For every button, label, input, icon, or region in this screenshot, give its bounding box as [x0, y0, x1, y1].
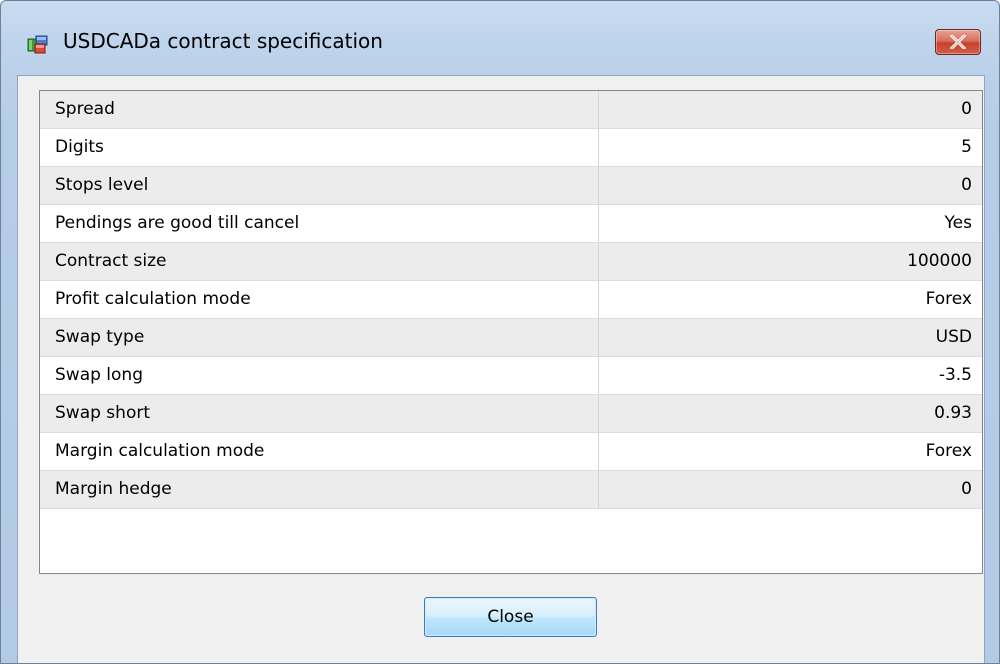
property-name: Profit calculation mode [40, 281, 599, 318]
table-row[interactable]: Digits 5 [40, 129, 982, 167]
spec-table[interactable]: Spread 0 Digits 5 Stops level 0 Pendings… [39, 90, 983, 574]
table-row[interactable]: Margin hedge 0 [40, 471, 982, 509]
table-row[interactable]: Spread 0 [40, 91, 982, 129]
property-value: Forex [925, 289, 972, 309]
table-row[interactable]: Swap type USD [40, 319, 982, 357]
property-value: 0 [961, 479, 972, 499]
property-name: Margin calculation mode [40, 433, 599, 470]
table-row[interactable]: Pendings are good till cancel Yes [40, 205, 982, 243]
table-row[interactable]: Swap short 0.93 [40, 395, 982, 433]
title-bar[interactable]: USDCADa contract specification [1, 1, 999, 55]
property-value: Forex [925, 441, 972, 461]
property-name: Margin hedge [40, 471, 599, 508]
table-row[interactable]: Profit calculation mode Forex [40, 281, 982, 319]
property-value: USD [935, 327, 972, 347]
property-name: Swap type [40, 319, 599, 356]
property-value: 100000 [907, 251, 972, 271]
table-row[interactable]: Stops level 0 [40, 167, 982, 205]
property-name: Contract size [40, 243, 599, 280]
table-row[interactable]: Contract size 100000 [40, 243, 982, 281]
property-value: 0 [961, 175, 972, 195]
property-name: Stops level [40, 167, 599, 204]
property-value: 0 [961, 99, 972, 119]
property-name: Digits [40, 129, 599, 166]
window-title: USDCADa contract specification [63, 29, 383, 53]
dialog-client-area: Spread 0 Digits 5 Stops level 0 Pendings… [17, 75, 985, 663]
contract-spec-icon [27, 34, 48, 54]
property-value: 0.93 [934, 403, 972, 423]
property-value: Yes [944, 213, 972, 233]
close-x-icon [950, 35, 966, 49]
table-row[interactable]: Swap long -3.5 [40, 357, 982, 395]
close-button[interactable]: Close [424, 597, 597, 637]
window-close-button[interactable] [935, 29, 981, 55]
property-value: -3.5 [938, 365, 972, 385]
property-name: Swap short [40, 395, 599, 432]
contract-spec-dialog: USDCADa contract specification Spread 0 … [0, 0, 1000, 664]
property-name: Pendings are good till cancel [40, 205, 599, 242]
table-row[interactable]: Margin calculation mode Forex [40, 433, 982, 471]
property-value: 5 [961, 137, 972, 157]
property-name: Spread [40, 91, 599, 128]
property-name: Swap long [40, 357, 599, 394]
